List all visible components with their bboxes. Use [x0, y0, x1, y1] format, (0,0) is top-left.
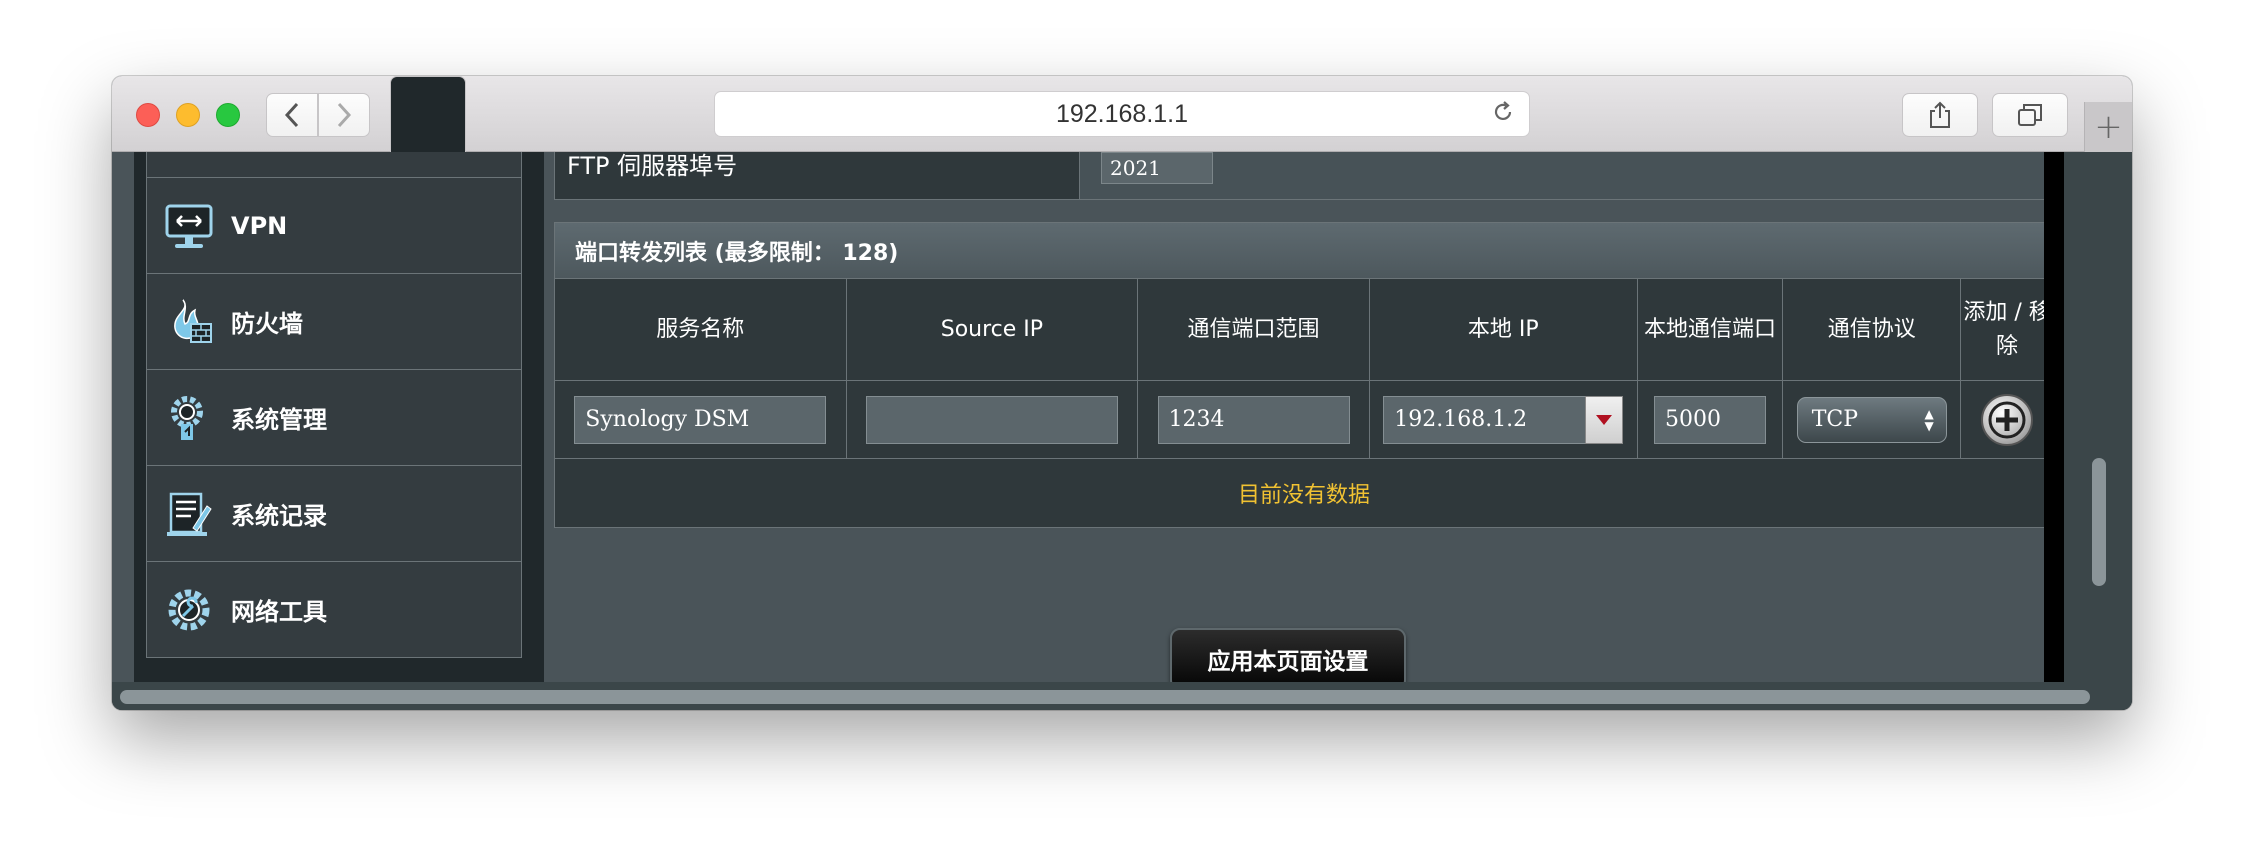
- service-name-input[interactable]: Synology DSM: [574, 395, 827, 444]
- forward-button[interactable]: [318, 93, 370, 137]
- ftp-port-input[interactable]: 2021: [1101, 152, 1213, 184]
- firewall-icon: [163, 296, 215, 348]
- sidebar-item-label: VPN: [231, 211, 288, 240]
- router-sidebar: VPN 防火墙 系统管理 系统记录 网络工具: [134, 152, 544, 682]
- port-forwarding-title: 端口转发列表 (最多限制： 128): [555, 223, 2053, 279]
- local-ip-value: 192.168.1.2: [1394, 407, 1528, 432]
- protocol-value: TCP: [1811, 407, 1859, 432]
- sidebar-item-network-tools[interactable]: 网络工具: [146, 562, 522, 658]
- back-button[interactable]: [266, 93, 318, 137]
- close-window-button[interactable]: [136, 103, 160, 127]
- horizontal-scrollbar-thumb[interactable]: [120, 690, 2090, 704]
- sidebar-item-label: 系统记录: [231, 502, 327, 530]
- port-range-input[interactable]: 1234: [1157, 395, 1350, 444]
- column-header: Source IP: [846, 279, 1139, 381]
- address-bar[interactable]: 192.168.1.1: [714, 91, 1530, 137]
- port-forwarding-table: 端口转发列表 (最多限制： 128) 服务名称 Source IP 通信端口范围…: [554, 222, 2054, 528]
- page-content: VPN 防火墙 系统管理 系统记录 网络工具 FTP 伺服器埠号 2021 端口…: [112, 152, 2132, 710]
- vpn-icon: [163, 200, 215, 252]
- local-port-input[interactable]: 5000: [1653, 395, 1766, 444]
- tabs-icon: [2018, 104, 2042, 126]
- plus-circle-icon: [1988, 401, 2026, 438]
- reload-icon[interactable]: [1491, 100, 1515, 131]
- local-ip-input[interactable]: 192.168.1.2: [1383, 395, 1624, 444]
- browser-window: 192.168.1.1 + VPN 防火墙 系统管理 系统记录 网络工具 FTP…: [112, 76, 2132, 710]
- maximize-window-button[interactable]: [216, 103, 240, 127]
- triangle-down-icon: [1596, 414, 1613, 425]
- column-header: 通信协议: [1783, 279, 1962, 381]
- apply-settings-button[interactable]: 应用本页面设置: [1170, 628, 1406, 690]
- sidebar-item-label: 系统管理: [231, 406, 327, 434]
- share-button[interactable]: [1902, 93, 1978, 137]
- sidebar-item-previous[interactable]: [146, 152, 522, 178]
- vertical-scrollbar[interactable]: [2064, 152, 2132, 708]
- network-tools-icon: [163, 584, 215, 636]
- column-header: 服务名称: [555, 279, 847, 381]
- horizontal-scrollbar[interactable]: [112, 682, 2132, 710]
- sidebar-item-system-log[interactable]: 系统记录: [146, 466, 522, 562]
- browser-toolbar: 192.168.1.1 +: [112, 76, 2132, 606]
- protocol-select[interactable]: TCP ▲ ▼: [1796, 396, 1947, 443]
- column-header: 本地通信端口: [1637, 279, 1784, 381]
- local-ip-dropdown-button[interactable]: [1585, 395, 1624, 444]
- minimize-window-button[interactable]: [176, 103, 200, 127]
- chevron-right-icon: [337, 102, 352, 128]
- system-admin-icon: [163, 392, 215, 444]
- share-icon: [1930, 101, 1950, 128]
- column-header: 通信端口范围: [1138, 279, 1370, 381]
- table-header-row: 服务名称 Source IP 通信端口范围 本地 IP 本地通信端口 通信协议 …: [555, 279, 2053, 381]
- vertical-scrollbar-thumb[interactable]: [2092, 458, 2106, 586]
- show-tabs-button[interactable]: [1992, 93, 2068, 137]
- ftp-port-label: FTP 伺服器埠号: [567, 152, 738, 180]
- new-tab-button[interactable]: +: [2084, 102, 2132, 152]
- source-ip-input[interactable]: [865, 395, 1118, 444]
- chevron-left-icon: [284, 102, 299, 128]
- table-row: Synology DSM 1234 192.168.1.2 5000 TCP ▲…: [555, 381, 2053, 459]
- sidebar-item-label: 网络工具: [231, 598, 327, 626]
- no-data-message: 目前没有数据: [555, 459, 2053, 527]
- updown-arrows-icon: ▲ ▼: [1924, 406, 1934, 433]
- system-log-icon: [163, 488, 215, 540]
- column-header: 添加 / 移除: [1961, 279, 2053, 381]
- column-header: 本地 IP: [1369, 279, 1638, 381]
- main-panel: FTP 伺服器埠号 2021 端口转发列表 (最多限制： 128) 服务名称 S…: [544, 152, 2055, 690]
- sidebar-item-firewall[interactable]: 防火墙: [146, 274, 522, 370]
- url-text: 192.168.1.1: [1055, 99, 1189, 128]
- ftp-port-row: FTP 伺服器埠号 2021: [554, 152, 2055, 200]
- sidebar-item-vpn[interactable]: VPN: [146, 178, 522, 274]
- add-rule-button[interactable]: [1981, 393, 2034, 446]
- sidebar-item-label: 防火墙: [231, 310, 303, 338]
- sidebar-item-system-admin[interactable]: 系统管理: [146, 370, 522, 466]
